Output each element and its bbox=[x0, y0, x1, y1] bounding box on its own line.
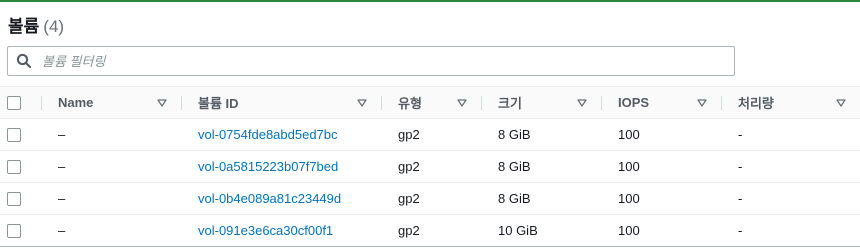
select-all-checkbox[interactable] bbox=[7, 95, 21, 110]
column-divider bbox=[181, 96, 182, 110]
row-select-cell bbox=[0, 182, 41, 215]
row-checkbox[interactable] bbox=[7, 127, 21, 142]
row-checkbox[interactable] bbox=[7, 223, 21, 238]
cell-name: – bbox=[41, 214, 181, 247]
cell-type: gp2 bbox=[381, 118, 481, 151]
sort-caret-icon[interactable] bbox=[157, 98, 167, 107]
sort-caret-icon[interactable] bbox=[836, 98, 846, 107]
filter-bar[interactable] bbox=[7, 46, 735, 76]
volume-count: (4) bbox=[43, 17, 65, 36]
cell-type: gp2 bbox=[381, 182, 481, 215]
cell-size: 8 GiB bbox=[481, 118, 601, 151]
search-input[interactable] bbox=[40, 47, 734, 75]
row-checkbox[interactable] bbox=[7, 159, 21, 174]
volume-id-link[interactable]: vol-0a5815223b07f7bed bbox=[198, 159, 338, 174]
cell-size: 10 GiB bbox=[481, 214, 601, 247]
table-row[interactable]: – vol-0754fde8abd5ed7bc gp2 8 GiB 100 - bbox=[0, 118, 860, 151]
table-row[interactable]: – vol-091e3e6ca30cf00f1 gp2 10 GiB 100 - bbox=[0, 214, 860, 247]
cell-throughput: - bbox=[721, 118, 860, 151]
column-header-type[interactable]: 유형 bbox=[381, 86, 481, 119]
volumes-table: Name 볼륨 ID 유형 크기 IOPS 처리량 – vol-0754fde8… bbox=[0, 86, 860, 247]
volume-id-link[interactable]: vol-091e3e6ca30cf00f1 bbox=[198, 223, 333, 238]
column-header-volume-id[interactable]: 볼륨 ID bbox=[181, 86, 381, 119]
column-label: 볼륨 ID bbox=[198, 96, 239, 111]
cell-type: gp2 bbox=[381, 150, 481, 183]
cell-name: – bbox=[41, 118, 181, 151]
column-header-throughput[interactable]: 처리량 bbox=[721, 86, 860, 119]
cell-iops: 100 bbox=[601, 118, 721, 151]
column-label: 처리량 bbox=[738, 96, 774, 111]
row-select-cell bbox=[0, 118, 41, 151]
cell-throughput: - bbox=[721, 182, 860, 215]
top-accent-bar bbox=[0, 0, 860, 2]
column-divider bbox=[481, 96, 482, 110]
column-label: 유형 bbox=[398, 96, 422, 111]
column-divider bbox=[381, 96, 382, 110]
table-row[interactable]: – vol-0b4e089a81c23449d gp2 8 GiB 100 - bbox=[0, 182, 860, 215]
column-header-iops[interactable]: IOPS bbox=[601, 86, 721, 119]
search-icon bbox=[16, 53, 32, 69]
cell-throughput: - bbox=[721, 214, 860, 247]
volume-id-link[interactable]: vol-0b4e089a81c23449d bbox=[198, 191, 341, 206]
select-all-cell bbox=[0, 86, 41, 119]
column-header-name[interactable]: Name bbox=[41, 86, 181, 119]
cell-name: – bbox=[41, 182, 181, 215]
row-select-cell bbox=[0, 214, 41, 247]
volumes-header: 볼륨 (4) bbox=[8, 12, 64, 36]
page-title: 볼륨 bbox=[8, 17, 40, 36]
volume-id-link[interactable]: vol-0754fde8abd5ed7bc bbox=[198, 127, 338, 142]
cell-size: 8 GiB bbox=[481, 150, 601, 183]
table-header-row: Name 볼륨 ID 유형 크기 IOPS 처리량 bbox=[0, 86, 860, 119]
table-row[interactable]: – vol-0a5815223b07f7bed gp2 8 GiB 100 - bbox=[0, 150, 860, 183]
column-label: Name bbox=[58, 95, 94, 110]
cell-iops: 100 bbox=[601, 214, 721, 247]
cell-volume-id: vol-0b4e089a81c23449d bbox=[181, 182, 381, 215]
cell-type: gp2 bbox=[381, 214, 481, 247]
column-divider bbox=[601, 96, 602, 110]
column-header-size[interactable]: 크기 bbox=[481, 86, 601, 119]
cell-name: – bbox=[41, 150, 181, 183]
cell-volume-id: vol-091e3e6ca30cf00f1 bbox=[181, 214, 381, 247]
sort-caret-icon[interactable] bbox=[357, 98, 367, 107]
cell-volume-id: vol-0754fde8abd5ed7bc bbox=[181, 118, 381, 151]
cell-iops: 100 bbox=[601, 150, 721, 183]
column-divider bbox=[41, 96, 42, 110]
column-label: IOPS bbox=[618, 95, 650, 110]
sort-caret-icon[interactable] bbox=[457, 98, 467, 107]
cell-throughput: - bbox=[721, 150, 860, 183]
cell-iops: 100 bbox=[601, 182, 721, 215]
cell-size: 8 GiB bbox=[481, 182, 601, 215]
sort-caret-icon[interactable] bbox=[697, 98, 707, 107]
row-checkbox[interactable] bbox=[7, 191, 21, 206]
sort-caret-icon[interactable] bbox=[577, 98, 587, 107]
cell-volume-id: vol-0a5815223b07f7bed bbox=[181, 150, 381, 183]
row-select-cell bbox=[0, 150, 41, 183]
column-label: 크기 bbox=[498, 96, 522, 111]
column-divider bbox=[721, 96, 722, 110]
